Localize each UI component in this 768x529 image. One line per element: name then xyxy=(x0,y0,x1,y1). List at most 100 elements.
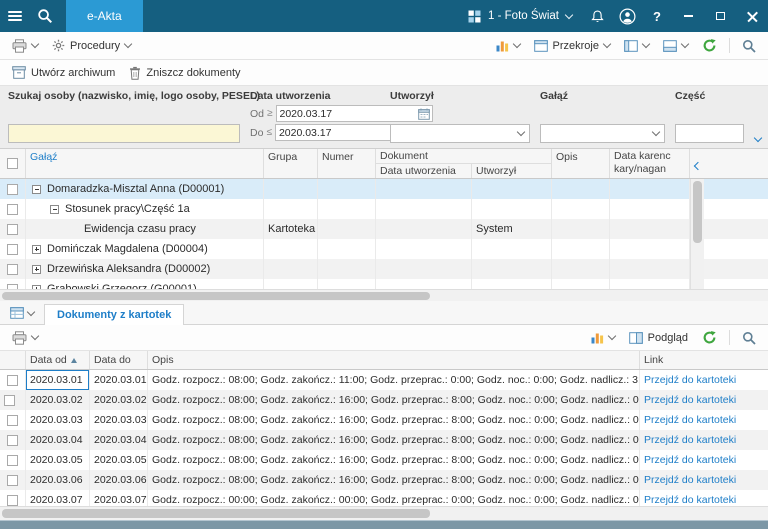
help-button[interactable]: ? xyxy=(642,0,672,32)
link-przejdz-do-kartoteki[interactable]: Przejdź do kartoteki xyxy=(640,410,768,430)
column-header-opis[interactable]: Opis xyxy=(552,149,610,178)
expand-node-icon[interactable] xyxy=(32,265,41,274)
column-header-galaz[interactable]: Gałąź xyxy=(26,149,264,178)
scrollbar-thumb[interactable] xyxy=(693,181,702,243)
ge-operator[interactable]: ≥ xyxy=(267,108,273,119)
scrollbar-thumb[interactable] xyxy=(2,509,430,518)
notifications-button[interactable] xyxy=(582,0,612,32)
maximize-icon xyxy=(716,12,725,20)
column-header-karencja[interactable]: Data karenc kary/nagan xyxy=(610,149,690,178)
row-checkbox[interactable] xyxy=(7,244,18,255)
row-checkbox[interactable] xyxy=(7,435,18,446)
row-checkbox[interactable] xyxy=(7,184,18,195)
row-checkbox[interactable] xyxy=(7,204,18,215)
print-button[interactable] xyxy=(6,36,44,56)
main-menu-button[interactable] xyxy=(0,0,30,32)
collapse-node-icon[interactable] xyxy=(32,185,41,194)
link-przejdz-do-kartoteki[interactable]: Przejdź do kartoteki xyxy=(640,370,768,390)
table-row[interactable]: 2020.03.05 2020.03.05 Godz. rozpocz.: 08… xyxy=(0,450,768,470)
column-header-opis[interactable]: Opis xyxy=(148,351,640,369)
row-checkbox[interactable] xyxy=(7,495,18,506)
cell-data-od[interactable]: 2020.03.02 xyxy=(26,390,90,410)
row-checkbox[interactable] xyxy=(7,415,18,426)
tab-dokumenty-z-kartotek[interactable]: Dokumenty z kartotek xyxy=(44,304,184,325)
tab-eakta[interactable]: e-Akta xyxy=(66,0,143,32)
expand-node-icon[interactable] xyxy=(32,245,41,254)
layout-left-button[interactable] xyxy=(618,37,655,55)
cell-data-od[interactable]: 2020.03.04 xyxy=(26,430,90,450)
global-search-button[interactable] xyxy=(30,0,60,32)
link-przejdz-do-kartoteki[interactable]: Przejdź do kartoteki xyxy=(640,450,768,470)
column-header-utworzyl[interactable]: Utworzył xyxy=(472,164,551,178)
table-row[interactable]: 2020.03.02 2020.03.02 Godz. rozpocz.: 08… xyxy=(0,390,768,410)
procedury-button[interactable]: Procedury xyxy=(46,36,137,55)
vertical-scrollbar[interactable] xyxy=(690,179,704,289)
table-row[interactable]: Domaradzka-Misztal Anna (D00001) xyxy=(0,179,768,199)
table-row[interactable]: 2020.03.07 2020.03.07 Godz. rozpocz.: 00… xyxy=(0,490,768,506)
column-header-numer[interactable]: Numer xyxy=(318,149,376,178)
layout-bottom-button[interactable] xyxy=(657,37,694,55)
horizontal-scrollbar[interactable] xyxy=(0,506,768,520)
table-row[interactable]: Stosunek pracy\Część 1a xyxy=(0,199,768,219)
table-row[interactable]: 2020.03.04 2020.03.04 Godz. rozpocz.: 08… xyxy=(0,430,768,450)
table-row[interactable]: 2020.03.03 2020.03.03 Godz. rozpocz.: 08… xyxy=(0,410,768,430)
search-records-button[interactable] xyxy=(736,328,762,348)
company-selector[interactable]: 1 - Foto Świat xyxy=(458,0,582,32)
galaz-dropdown[interactable] xyxy=(540,124,665,143)
refresh-button[interactable] xyxy=(696,35,723,56)
row-checkbox[interactable] xyxy=(7,375,18,386)
minimize-button[interactable] xyxy=(672,0,704,32)
maximize-button[interactable] xyxy=(704,0,736,32)
column-header-dokument-band[interactable]: Dokument xyxy=(376,149,551,164)
table-row[interactable]: 2020.03.06 2020.03.06 Godz. rozpocz.: 08… xyxy=(0,470,768,490)
user-button[interactable] xyxy=(612,0,642,32)
cell-data-od[interactable]: 2020.03.06 xyxy=(26,470,90,490)
czesc-input[interactable] xyxy=(675,124,744,143)
link-przejdz-do-kartoteki[interactable]: Przejdź do kartoteki xyxy=(640,470,768,490)
search-records-button[interactable] xyxy=(736,36,762,56)
row-checkbox[interactable] xyxy=(7,475,18,486)
table-row[interactable]: Grabowski Grzegorz (G00001) xyxy=(0,279,768,289)
podglad-button[interactable]: Podgląd xyxy=(623,329,694,347)
cell-data-od[interactable]: 2020.03.03 xyxy=(26,410,90,430)
cell-data-do: 2020.03.03 xyxy=(90,410,148,430)
row-checkbox[interactable] xyxy=(4,395,15,406)
link-przejdz-do-kartoteki[interactable]: Przejdź do kartoteki xyxy=(640,490,768,506)
chart-button[interactable] xyxy=(490,36,526,55)
filter-search-person: Szukaj osoby (nazwisko, imię, logo osoby… xyxy=(8,89,240,143)
table-row[interactable]: Ewidencja czasu pracy Kartoteka System xyxy=(0,219,768,239)
view-menu-button[interactable] xyxy=(5,305,39,324)
expand-side-panel-button[interactable] xyxy=(690,158,705,173)
cell-grupa xyxy=(264,179,318,199)
link-przejdz-do-kartoteki[interactable]: Przejdź do kartoteki xyxy=(640,390,768,410)
scrollbar-thumb[interactable] xyxy=(2,292,430,300)
collapse-node-icon[interactable] xyxy=(50,205,59,214)
cell-data-od[interactable]: 2020.03.07 xyxy=(26,490,90,506)
column-header-data-od[interactable]: Data od xyxy=(26,351,90,369)
select-all-checkbox[interactable] xyxy=(7,158,18,169)
le-operator[interactable]: ≤ xyxy=(266,127,272,138)
chart-button[interactable] xyxy=(585,328,621,347)
przekroje-button[interactable]: Przekroje xyxy=(528,37,616,55)
table-row[interactable]: Domińczak Magdalena (D00004) xyxy=(0,239,768,259)
column-header-grupa[interactable]: Grupa xyxy=(264,149,318,178)
print-button[interactable] xyxy=(6,328,44,348)
search-person-input[interactable] xyxy=(8,124,240,143)
cell-data-od[interactable]: 2020.03.05 xyxy=(26,450,90,470)
table-row[interactable]: 2020.03.01 2020.03.01 Godz. rozpocz.: 08… xyxy=(0,370,768,390)
horizontal-scrollbar[interactable] xyxy=(0,289,768,301)
close-button[interactable] xyxy=(736,0,768,32)
row-checkbox[interactable] xyxy=(7,224,18,235)
utworzyl-dropdown[interactable] xyxy=(390,124,530,143)
row-checkbox[interactable] xyxy=(7,455,18,466)
cell-data-od[interactable]: 2020.03.01 xyxy=(26,370,90,390)
column-header-data-do[interactable]: Data do xyxy=(90,351,148,369)
table-row[interactable]: Drzewińska Aleksandra (D00002) xyxy=(0,259,768,279)
row-checkbox[interactable] xyxy=(7,264,18,275)
zniszcz-dokumenty-button[interactable]: Zniszcz dokumenty xyxy=(123,63,246,83)
column-header-link[interactable]: Link xyxy=(640,351,768,369)
refresh-button[interactable] xyxy=(696,327,723,348)
utworz-archiwum-button[interactable]: Utwórz archiwum xyxy=(6,63,121,82)
link-przejdz-do-kartoteki[interactable]: Przejdź do kartoteki xyxy=(640,430,768,450)
column-header-data-utworzenia[interactable]: Data utworzenia xyxy=(376,164,472,178)
